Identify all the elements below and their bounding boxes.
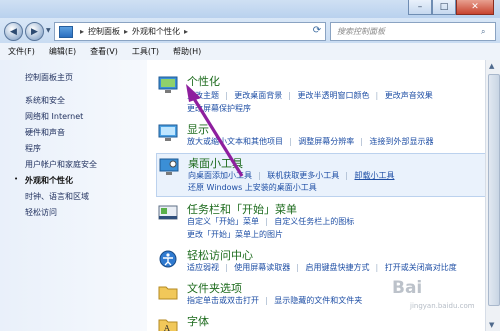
link-hidden-files[interactable]: 显示隐藏的文件和文件夹 [274, 296, 362, 305]
link-text-size[interactable]: 放大或缩小文本和其他项目 [187, 137, 283, 146]
vertical-scrollbar[interactable]: ▲ ▼ [485, 60, 500, 331]
control-panel-icon [59, 25, 73, 38]
ease-of-access-icon [159, 250, 177, 268]
menu-edit[interactable]: 编辑(E) [41, 46, 82, 57]
link-low-vision[interactable]: 适应弱视 [187, 263, 219, 272]
link-taskbar-icons[interactable]: 自定义任务栏上的图标 [274, 217, 354, 226]
folder-icon [158, 286, 178, 300]
taskbar-icon [158, 205, 178, 220]
close-button[interactable]: ✕ [456, 0, 494, 15]
svg-text:A: A [163, 324, 170, 331]
menu-bar: 文件(F) 编辑(E) 查看(V) 工具(T) 帮助(H) [0, 43, 500, 61]
breadcrumb-control-panel[interactable]: 控制面板 [88, 26, 120, 37]
link-keyboard-shortcuts[interactable]: 启用键盘快捷方式 [306, 263, 370, 272]
category-title[interactable]: 个性化 [187, 73, 220, 89]
refresh-icon[interactable]: ⟳ [309, 22, 325, 39]
sidebar-item-system-security[interactable]: 系统和安全 [25, 95, 65, 106]
search-placeholder: 搜索控制面板 [337, 27, 385, 36]
link-customize-start[interactable]: 自定义「开始」菜单 [187, 217, 259, 226]
sidebar-item-clock-language[interactable]: 时钟、语言和区域 [25, 191, 89, 202]
category-title[interactable]: 轻松访问中心 [187, 247, 253, 263]
category-title[interactable]: 桌面小工具 [188, 155, 243, 171]
link-click-open[interactable]: 指定单击或双击打开 [187, 296, 259, 305]
link-external-display[interactable]: 连接到外部显示器 [370, 137, 434, 146]
display-icon [158, 124, 178, 141]
category-display: 显示 放大或缩小文本和其他项目 | 调整屏幕分辨率 | 连接到外部显示器 [156, 120, 484, 152]
link-window-color[interactable]: 更改半透明窗口颜色 [298, 91, 370, 100]
sidebar-item-programs[interactable]: 程序 [25, 143, 41, 154]
current-page-bullet-icon: • [14, 175, 19, 183]
scroll-thumb[interactable] [488, 74, 500, 306]
fonts-icon: A [158, 319, 178, 331]
breadcrumb-separator-icon[interactable]: ▸ [184, 27, 188, 36]
search-icon[interactable]: ⌕ [481, 27, 495, 37]
sidebar-home[interactable]: 控制面板主页 [25, 72, 73, 83]
category-title[interactable]: 显示 [187, 121, 209, 137]
baidu-watermark-url: jingyan.baidu.com [410, 302, 475, 310]
link-resolution[interactable]: 调整屏幕分辨率 [298, 137, 354, 146]
category-taskbar: 任务栏和「开始」菜单 自定义「开始」菜单 | 自定义任务栏上的图标 更改「开始」菜… [156, 200, 484, 244]
link-add-gadget[interactable]: 向桌面添加小工具 [188, 171, 252, 180]
address-bar[interactable]: ▸ 控制面板 ▸ 外观和个性化 ▸ [54, 22, 326, 41]
category-personalization: 个性化 更改主题 | 更改桌面背景 | 更改半透明窗口颜色 | 更改声音效果 更改屏幕… [156, 72, 484, 118]
search-input[interactable]: 搜索控制面板 ⌕ [330, 22, 496, 41]
link-change-background[interactable]: 更改桌面背景 [234, 91, 282, 100]
gadgets-icon [159, 158, 179, 175]
baidu-watermark: Bai [392, 278, 423, 298]
sidebar-item-user-accounts[interactable]: 用户帐户和家庭安全 [25, 159, 97, 170]
link-screen-reader[interactable]: 使用屏幕读取器 [234, 263, 290, 272]
link-sound-effects[interactable]: 更改声音效果 [385, 91, 433, 100]
minimize-button[interactable]: – [408, 0, 432, 15]
personalization-icon [158, 76, 178, 93]
control-panel-window: – □ ✕ ◀ ▶ ▼ ▸ 控制面板 ▸ 外观和个性化 ▸ ⟳ 搜索控制面板 ⌕… [0, 0, 500, 331]
link-screensaver[interactable]: 更改屏幕保护程序 [187, 104, 251, 113]
link-start-picture[interactable]: 更改「开始」菜单上的图片 [187, 230, 283, 239]
category-title[interactable]: 字体 [187, 313, 209, 329]
address-row: ◀ ▶ ▼ ▸ 控制面板 ▸ 外观和个性化 ▸ ⟳ 搜索控制面板 ⌕ [0, 18, 500, 43]
back-button[interactable]: ◀ [4, 22, 23, 41]
sidebar: 控制面板主页 系统和安全 网络和 Internet 硬件和声音 程序 用户帐户和… [0, 60, 147, 331]
link-high-contrast[interactable]: 打开或关闭高对比度 [385, 263, 457, 272]
forward-arrow-icon: ▶ [31, 26, 38, 37]
sidebar-item-network[interactable]: 网络和 Internet [25, 111, 83, 122]
menu-tools[interactable]: 工具(T) [124, 46, 165, 57]
link-restore-gadgets[interactable]: 还原 Windows 上安装的桌面小工具 [188, 183, 317, 192]
back-arrow-icon: ◀ [10, 26, 17, 37]
menu-view[interactable]: 查看(V) [82, 46, 124, 57]
maximize-button[interactable]: □ [432, 0, 456, 15]
link-get-gadgets[interactable]: 联机获取更多小工具 [267, 171, 339, 180]
breadcrumb-separator-icon[interactable]: ▸ [80, 27, 84, 36]
category-ease-of-access: 轻松访问中心 适应弱视 | 使用屏幕读取器 | 启用键盘快捷方式 | 打开或关闭高对比… [156, 246, 484, 276]
category-fonts: A 字体 [156, 312, 484, 331]
menu-file[interactable]: 文件(F) [0, 46, 41, 57]
category-title[interactable]: 任务栏和「开始」菜单 [187, 201, 297, 217]
breadcrumb-separator-icon[interactable]: ▸ [124, 27, 128, 36]
category-gadgets: 桌面小工具 向桌面添加小工具 | 联机获取更多小工具 | 卸载小工具 还原 Wind… [156, 153, 486, 197]
breadcrumb-appearance[interactable]: 外观和个性化 [132, 26, 180, 37]
scroll-down-icon[interactable]: ▼ [489, 321, 494, 329]
link-change-theme[interactable]: 更改主题 [187, 91, 219, 100]
menu-help[interactable]: 帮助(H) [165, 46, 207, 57]
title-bar: – □ ✕ [0, 0, 500, 18]
recent-pages-dropdown-icon[interactable]: ▼ [46, 27, 53, 34]
sidebar-item-ease-of-access[interactable]: 轻松访问 [25, 207, 57, 218]
link-uninstall-gadget[interactable]: 卸载小工具 [355, 171, 395, 180]
sidebar-item-hardware[interactable]: 硬件和声音 [25, 127, 65, 138]
forward-button[interactable]: ▶ [25, 22, 44, 41]
sidebar-item-appearance: 外观和个性化 [25, 176, 73, 185]
scroll-up-icon[interactable]: ▲ [489, 62, 494, 70]
category-title[interactable]: 文件夹选项 [187, 280, 242, 296]
